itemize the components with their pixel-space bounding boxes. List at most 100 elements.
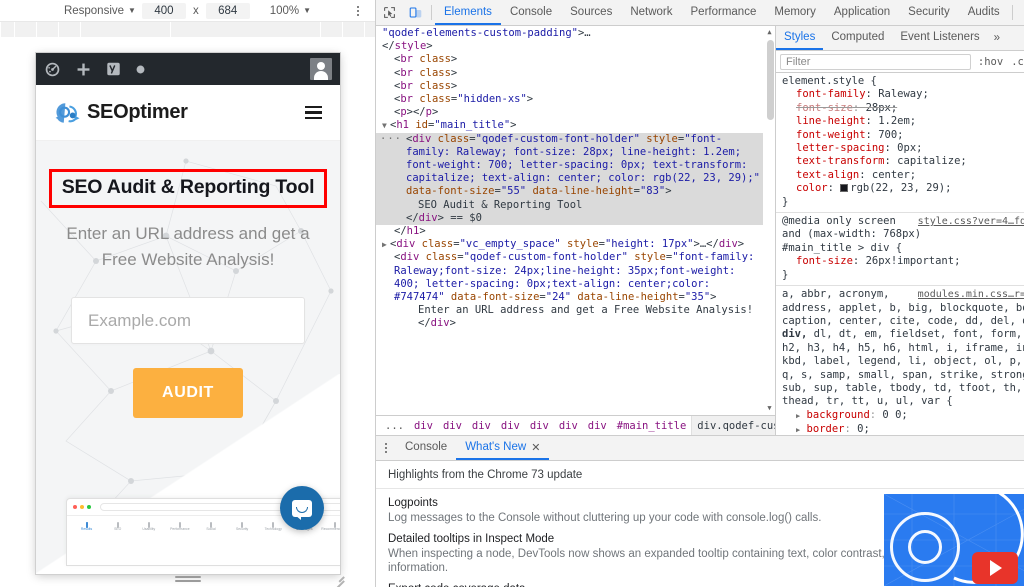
devtools-tab-sources[interactable]: Sources	[561, 0, 621, 25]
intercom-chat-icon[interactable]	[280, 486, 324, 530]
hover-state-button[interactable]: :hov	[977, 56, 1004, 68]
style-declaration[interactable]: color: rgb(22, 23, 29);	[782, 182, 1024, 195]
class-toggle-button[interactable]: .cls	[1010, 56, 1024, 68]
dom-tree-line[interactable]: <p></p>	[376, 106, 763, 119]
breadcrumb-item[interactable]: div	[438, 420, 467, 432]
property-value[interactable]: capitalize;	[897, 155, 967, 167]
dom-tree-line[interactable]: Enter an URL address and get a Free Webs…	[376, 304, 763, 330]
yoast-seo-icon[interactable]	[106, 61, 121, 77]
style-declaration[interactable]: font-weight: 700;	[782, 129, 1024, 142]
styles-tab-styles[interactable]: Styles	[776, 26, 823, 50]
property-name[interactable]: color	[796, 182, 828, 194]
dom-tree-line[interactable]: </style>	[376, 40, 763, 53]
property-value[interactable]: rgb(22, 23, 29);	[850, 182, 951, 194]
device-more-options-icon[interactable]	[351, 4, 365, 18]
breadcrumb-item[interactable]: div	[496, 420, 525, 432]
property-value[interactable]: 26px!important;	[866, 255, 961, 267]
property-name[interactable]: text-align	[796, 169, 859, 181]
drawer-tab-console[interactable]: Console	[396, 436, 456, 460]
devtools-tab-console[interactable]: Console	[501, 0, 561, 25]
devtools-tab-security[interactable]: Security	[899, 0, 959, 25]
breadcrumb-item[interactable]: div	[554, 420, 583, 432]
breadcrumb-item[interactable]: div	[525, 420, 554, 432]
property-value[interactable]: center;	[872, 169, 916, 181]
property-name[interactable]: font-size	[796, 102, 853, 114]
inspected-element-highlight[interactable]: SEO Audit & Reporting Tool	[49, 169, 328, 208]
property-name[interactable]: font-weight	[796, 129, 866, 141]
scroll-up-icon[interactable]: ▲	[767, 26, 771, 39]
report-tab[interactable]: Social	[195, 523, 226, 531]
dom-tree-line[interactable]: <br class>	[376, 80, 763, 93]
report-tab[interactable]: Technology	[258, 523, 289, 531]
style-rule[interactable]: modules.min.css…r=1553963150:4a, abbr, a…	[776, 286, 1024, 435]
drawer-tab-close-icon[interactable]: ✕	[531, 441, 540, 454]
viewport-height-input[interactable]	[206, 3, 250, 19]
device-preset-select[interactable]: Responsive ▼	[58, 4, 142, 18]
style-selector[interactable]: a, abbr, acronym, address, applet, b, bi…	[782, 288, 1024, 409]
breadcrumb-item[interactable]: div	[409, 420, 438, 432]
style-declaration[interactable]: ▶ border: 0;	[782, 423, 1024, 435]
styles-more-tabs-icon[interactable]: »	[988, 26, 1006, 50]
user-avatar-icon[interactable]	[310, 58, 332, 80]
devtools-tab-network[interactable]: Network	[621, 0, 681, 25]
style-declaration[interactable]: line-height: 1.2em;	[782, 115, 1024, 128]
scroll-drag-handle[interactable]	[175, 576, 201, 584]
dom-tree-line[interactable]: </h1>	[376, 225, 763, 238]
report-tab[interactable]: Performance	[164, 523, 195, 531]
style-rule[interactable]: element.style {font-family: Raleway;font…	[776, 73, 1024, 213]
style-selector[interactable]: #main_title > div {	[782, 242, 1024, 255]
style-declaration[interactable]: ▶ background: 0 0;	[782, 409, 1024, 423]
report-tab[interactable]: SEO	[102, 523, 133, 531]
breadcrumb-item[interactable]: #main_title	[612, 420, 692, 432]
styles-rules-list[interactable]: element.style {font-family: Raleway;font…	[776, 73, 1024, 435]
style-declaration[interactable]: font-size: 26px!important;	[782, 255, 1024, 268]
property-name[interactable]: text-transform	[796, 155, 885, 167]
dom-tree-line[interactable]: ▶<div class="vc_empty_space" style="heig…	[376, 238, 763, 251]
devtools-tab-memory[interactable]: Memory	[765, 0, 825, 25]
dom-tree[interactable]: "qodef-elements-custom-padding">…</style…	[376, 26, 775, 415]
drawer-more-options-icon[interactable]	[376, 436, 396, 460]
property-value[interactable]: 0px;	[897, 142, 922, 154]
style-source-link[interactable]: modules.min.css…r=1553963150:4	[918, 288, 1024, 301]
dom-tree-line[interactable]: "qodef-elements-custom-padding">…	[376, 27, 763, 40]
property-name[interactable]: letter-spacing	[796, 142, 885, 154]
style-declaration[interactable]: font-size: 28px;	[782, 102, 1024, 115]
menu-icon[interactable]	[305, 106, 322, 119]
breadcrumb-item[interactable]: div.qodef-custom-font-holder	[691, 416, 775, 435]
emulated-viewport[interactable]: SEOptimer	[36, 53, 340, 574]
scroll-down-icon[interactable]: ▼	[767, 402, 771, 415]
color-swatch[interactable]	[840, 184, 848, 192]
comment-bubble-icon[interactable]	[135, 64, 146, 75]
breadcrumb-item[interactable]: div	[583, 420, 612, 432]
report-tab[interactable]: Results	[71, 523, 102, 531]
wordpress-dashboard-icon[interactable]	[44, 61, 61, 78]
inspect-element-icon[interactable]	[376, 0, 402, 25]
zoom-select[interactable]: 100% ▼	[264, 4, 317, 18]
property-value[interactable]: 0 0;	[882, 409, 907, 421]
property-name[interactable]: line-height	[796, 115, 866, 127]
viewport-resize-handle[interactable]	[331, 570, 345, 584]
property-name[interactable]: font-family	[796, 88, 866, 100]
viewport-width-input[interactable]	[142, 3, 186, 19]
new-content-plus-icon[interactable]	[75, 61, 92, 78]
chrome-update-banner[interactable]: ne	[884, 494, 1024, 586]
dom-tree-line[interactable]: ▼<h1 id="main_title">	[376, 119, 763, 132]
device-toolbar-icon[interactable]	[402, 0, 428, 25]
dom-tree-scroll-thumb[interactable]	[767, 40, 774, 120]
property-value[interactable]: 0;	[857, 423, 870, 435]
breadcrumb-item[interactable]: ...	[380, 420, 409, 432]
dom-tree-line[interactable]: <br class>	[376, 53, 763, 66]
expand-shorthand-icon[interactable]: ▶	[796, 412, 800, 420]
devtools-tab-performance[interactable]: Performance	[682, 0, 766, 25]
property-name[interactable]: background	[807, 409, 870, 421]
property-name[interactable]: font-size	[796, 255, 853, 267]
devtools-tab-audits[interactable]: Audits	[959, 0, 1009, 25]
style-rule[interactable]: style.css?ver=4…fd9ad38cb0:538@media onl…	[776, 213, 1024, 286]
style-declaration[interactable]: text-transform: capitalize;	[782, 155, 1024, 168]
property-value[interactable]: 28px;	[866, 102, 898, 114]
drawer-tab-what-s-new[interactable]: What's New✕	[456, 436, 549, 460]
dom-tree-line[interactable]: <div class="qodef-custom-font-holder" st…	[376, 251, 763, 304]
devtools-more-options-icon[interactable]	[1016, 0, 1024, 25]
devtools-tab-elements[interactable]: Elements	[435, 0, 501, 25]
property-value[interactable]: 1.2em;	[878, 115, 916, 127]
